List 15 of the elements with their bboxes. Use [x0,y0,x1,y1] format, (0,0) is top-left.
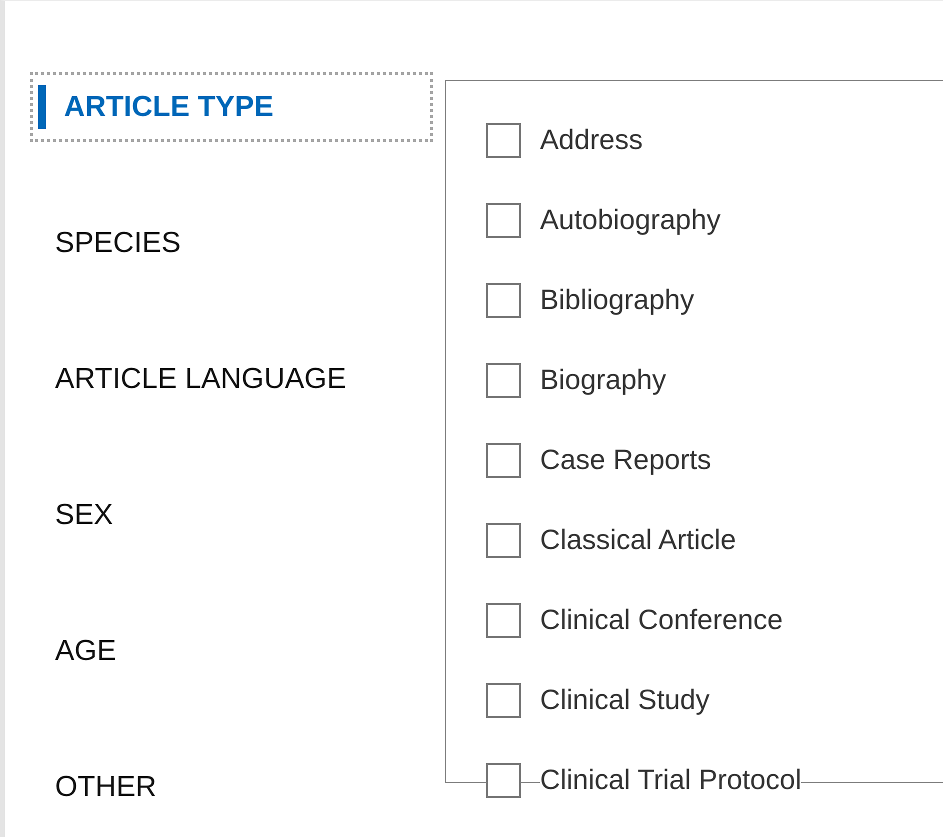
filter-tab[interactable]: AGE [5,634,116,668]
checkbox[interactable] [486,202,521,238]
checkbox[interactable] [486,602,521,638]
filter-tab[interactable]: ARTICLE LANGUAGE [5,362,346,396]
checkbox[interactable] [486,682,521,718]
checkbox[interactable] [486,282,521,318]
selection-bar [38,85,46,129]
filter-tab[interactable]: OTHER [5,770,156,804]
checkbox[interactable] [486,122,521,158]
checkbox[interactable] [486,442,521,478]
checkbox[interactable] [486,362,521,398]
checkbox[interactable] [486,522,521,558]
filter-tab[interactable]: SPECIES [5,226,181,260]
filter-tab[interactable]: SEX [5,498,114,532]
checkbox[interactable] [486,762,521,798]
